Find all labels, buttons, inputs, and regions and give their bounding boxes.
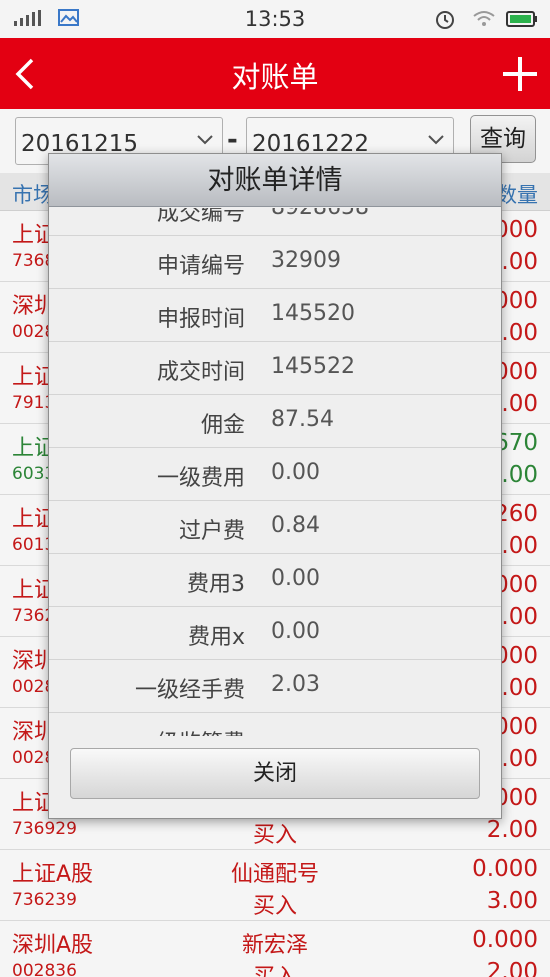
detail-label: 申请编号 <box>156 254 245 279</box>
detail-label: 一级费用 <box>156 466 245 491</box>
detail-label: 一级监管费 <box>135 725 245 736</box>
page-title: 对账单 <box>231 60 319 94</box>
close-button[interactable]: 关闭 <box>70 748 480 799</box>
add-icon[interactable] <box>500 54 540 94</box>
detail-label: 过户费 <box>178 519 245 544</box>
title-bar: 对账单 <box>0 38 550 109</box>
battery-icon <box>506 11 537 27</box>
detail-label: 申报时间 <box>156 307 245 332</box>
alarm-icon <box>436 11 454 29</box>
statement-detail-dialog: 对账单详情 成交编号 8928658 申请编号 32909 申报时间 145520 成交时间… <box>48 153 502 819</box>
detail-row: 佣金 87.54 <box>49 395 501 448</box>
detail-label: 佣金 <box>200 413 245 438</box>
detail-list[interactable]: 成交编号 8928658 申请编号 32909 申报时间 145520 成交时间 145522… <box>49 208 501 736</box>
detail-value: 8928658 <box>271 208 369 220</box>
detail-value: 0.84 <box>271 513 320 538</box>
detail-label: 费用x <box>187 625 245 650</box>
detail-value: 0.00 <box>271 566 320 591</box>
detail-row: 成交时间 145522 <box>49 342 501 395</box>
detail-row: 申请编号 32909 <box>49 236 501 289</box>
detail-row: 费用x 0.00 <box>49 607 501 660</box>
detail-row: 一级费用 0.00 <box>49 448 501 501</box>
detail-row: 一级监管费 <box>49 713 501 736</box>
detail-row: 费用3 0.00 <box>49 554 501 607</box>
detail-label: 一级经手费 <box>134 678 245 703</box>
detail-value: 32909 <box>271 248 341 273</box>
detail-row: 成交编号 8928658 <box>49 208 501 236</box>
detail-label: 成交时间 <box>156 360 245 385</box>
status-bar: 13:53 <box>0 0 550 38</box>
detail-label: 成交编号 <box>156 208 245 226</box>
dialog-title: 对账单详情 <box>49 154 501 207</box>
detail-value: 145520 <box>271 301 355 326</box>
status-time: 13:53 <box>244 7 306 31</box>
wifi-icon <box>473 11 495 26</box>
detail-value: 87.54 <box>271 407 334 432</box>
detail-value: 145522 <box>271 354 355 379</box>
detail-value: 0.00 <box>271 619 320 644</box>
detail-row: 申报时间 145520 <box>49 289 501 342</box>
detail-row: 过户费 0.84 <box>49 501 501 554</box>
detail-value: 2.03 <box>271 672 320 697</box>
detail-row: 一级经手费 2.03 <box>49 660 501 713</box>
detail-value: 0.00 <box>271 460 320 485</box>
detail-label: 费用3 <box>187 572 245 597</box>
